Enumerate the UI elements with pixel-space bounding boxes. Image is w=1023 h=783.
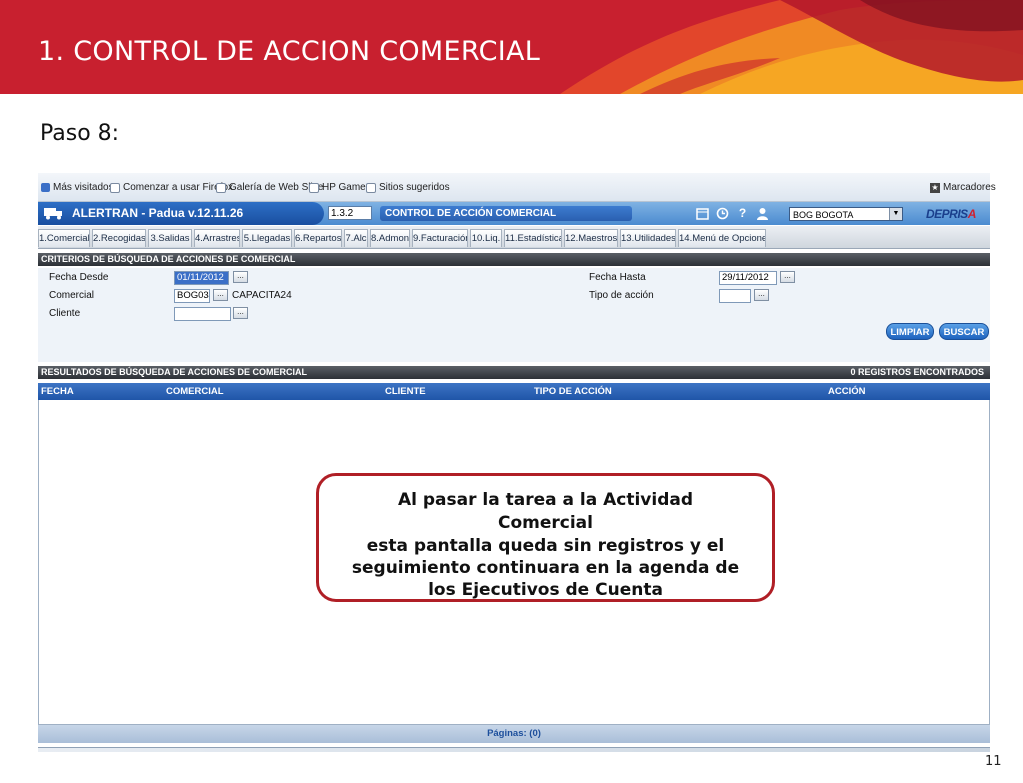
tab-menu-opciones[interactable]: 14.Menú de Opciones	[678, 229, 766, 247]
column-accion[interactable]: ACCIÓN	[828, 383, 865, 400]
bookmarks-bar: Más visitados Comenzar a usar Firefox Ga…	[38, 173, 996, 202]
bookmarks-menu[interactable]: ★ Marcadores	[930, 182, 996, 193]
bookmark-web-slice[interactable]: Galería de Web Slice	[216, 182, 323, 193]
callout-line-5: los Ejecutivos de Cuenta	[428, 580, 663, 600]
branch-select[interactable]: BOG BOGOTA ▼	[789, 207, 903, 221]
callout-note: Al pasar la tarea a la Actividad Comerci…	[316, 473, 775, 602]
cliente-input[interactable]	[174, 307, 231, 321]
bookmark-label: Sitios sugeridos	[379, 182, 450, 193]
fecha-desde-picker-button[interactable]: ...	[233, 271, 248, 283]
tab-admon[interactable]: 8.Admon	[370, 229, 410, 247]
module-title: CONTROL DE ACCIÓN COMERCIAL	[380, 206, 632, 221]
user-icon[interactable]	[756, 207, 769, 220]
callout-line-2: Comercial	[498, 513, 593, 533]
callout-line-3: esta pantalla queda sin registros y el	[366, 536, 725, 556]
comercial-lookup-button[interactable]: ...	[213, 289, 228, 301]
tipo-accion-lookup-button[interactable]: ...	[754, 289, 769, 301]
app-title: ALERTRAN - Padua v.12.11.26	[72, 206, 244, 220]
buscar-button[interactable]: BUSCAR	[939, 323, 989, 340]
tipo-accion-input[interactable]	[719, 289, 751, 303]
tab-salidas[interactable]: 3.Salidas	[148, 229, 192, 247]
page-icon	[216, 182, 226, 193]
cliente-lookup-button[interactable]: ...	[233, 307, 248, 319]
option-code-input[interactable]: 1.3.2	[328, 206, 372, 220]
criteria-header: CRITERIOS DE BÚSQUEDA DE ACCIONES DE COM…	[38, 253, 990, 266]
cliente-label: Cliente	[49, 308, 81, 319]
page-icon	[366, 182, 376, 193]
fecha-hasta-label: Fecha Hasta	[589, 272, 646, 283]
callout-line-1: Al pasar la tarea a la Actividad	[397, 490, 694, 510]
comercial-name: CAPACITA24	[232, 290, 292, 301]
app-screenshot: Más visitados Comenzar a usar Firefox Ga…	[38, 173, 996, 753]
truck-icon	[44, 208, 62, 220]
tab-llegadas[interactable]: 5.Llegadas	[242, 229, 292, 247]
tab-utilidades[interactable]: 13.Utilidades	[620, 229, 676, 247]
bookmark-firefox[interactable]: Comenzar a usar Firefox	[110, 182, 233, 193]
column-comercial[interactable]: COMERCIAL	[166, 383, 224, 400]
callout-line-4: seguimiento continuara en la agenda de	[351, 558, 740, 578]
results-count: 0 REGISTROS ENCONTRADOS	[850, 367, 984, 377]
pagination[interactable]: Páginas: (0)	[38, 725, 990, 743]
fecha-hasta-picker-button[interactable]: ...	[780, 271, 795, 283]
limpiar-button[interactable]: LIMPIAR	[886, 323, 934, 340]
tab-maestros[interactable]: 12.Maestros	[564, 229, 618, 247]
bookmarks-menu-label: Marcadores	[943, 182, 996, 193]
star-icon: ★	[930, 182, 940, 193]
tab-recogidas[interactable]: 2.Recogidas	[92, 229, 146, 247]
results-title: RESULTADOS DE BÚSQUEDA DE ACCIONES DE CO…	[41, 367, 308, 377]
results-table-header: FECHA COMERCIAL CLIENTE TIPO DE ACCIÓN A…	[38, 383, 990, 400]
column-fecha[interactable]: FECHA	[41, 383, 74, 400]
bookmark-label: HP Games	[322, 182, 371, 193]
tipo-accion-label: Tipo de acción	[589, 290, 654, 301]
tab-estadistica[interactable]: 11.Estadística	[504, 229, 562, 247]
slide-title: 1. CONTROL DE ACCION COMERCIAL	[38, 36, 541, 67]
bottom-scroll-strip	[38, 747, 990, 752]
comercial-code-input[interactable]: BOG034	[174, 289, 210, 303]
tab-repartos[interactable]: 6.Repartos	[294, 229, 342, 247]
main-menu-tabs: 1.Comercial 2.Recogidas 3.Salidas 4.Arra…	[38, 226, 990, 249]
tab-liq[interactable]: 10.Liq.	[470, 229, 502, 247]
comercial-label: Comercial	[49, 290, 95, 301]
page-number: 11	[985, 754, 1002, 769]
bookmark-folder-icon	[41, 183, 50, 192]
search-criteria-panel: Fecha Desde 01/11/2012 ... Comercial BOG…	[38, 268, 990, 362]
tab-comercial[interactable]: 1.Comercial	[38, 229, 90, 247]
step-label: Paso 8:	[40, 121, 120, 146]
page-icon	[309, 182, 319, 193]
tab-arrastres[interactable]: 4.Arrastres	[194, 229, 240, 247]
chevron-down-icon[interactable]: ▼	[889, 208, 902, 220]
column-tipo-accion[interactable]: TIPO DE ACCIÓN	[534, 383, 612, 400]
calendar-icon[interactable]	[696, 207, 709, 220]
bookmark-label: Más visitados	[53, 182, 114, 193]
column-cliente[interactable]: CLIENTE	[385, 383, 426, 400]
help-icon[interactable]: ?	[736, 207, 749, 220]
results-header: RESULTADOS DE BÚSQUEDA DE ACCIONES DE CO…	[38, 366, 990, 379]
branch-value: BOG BOGOTA	[793, 210, 854, 220]
app-toolbar: ALERTRAN - Padua v.12.11.26 1.3.2 CONTRO…	[38, 202, 990, 225]
tab-alc[interactable]: 7.Alc	[344, 229, 368, 247]
bookmark-hp-games[interactable]: HP Games	[309, 182, 371, 193]
clock-icon[interactable]	[716, 207, 729, 220]
bookmark-mas-visitados[interactable]: Más visitados	[41, 182, 114, 193]
bookmark-sitios[interactable]: Sitios sugeridos	[366, 182, 450, 193]
brand-logo: DEPRISA	[926, 207, 976, 221]
fecha-hasta-input[interactable]: 29/11/2012	[719, 271, 777, 285]
slide-header: 1. CONTROL DE ACCION COMERCIAL	[0, 0, 1023, 94]
tab-facturacion[interactable]: 9.Facturación	[412, 229, 468, 247]
fecha-desde-label: Fecha Desde	[49, 272, 109, 283]
fecha-desde-input[interactable]: 01/11/2012	[174, 271, 229, 285]
page-icon	[110, 182, 120, 193]
app-title-bar: ALERTRAN - Padua v.12.11.26	[38, 202, 324, 225]
